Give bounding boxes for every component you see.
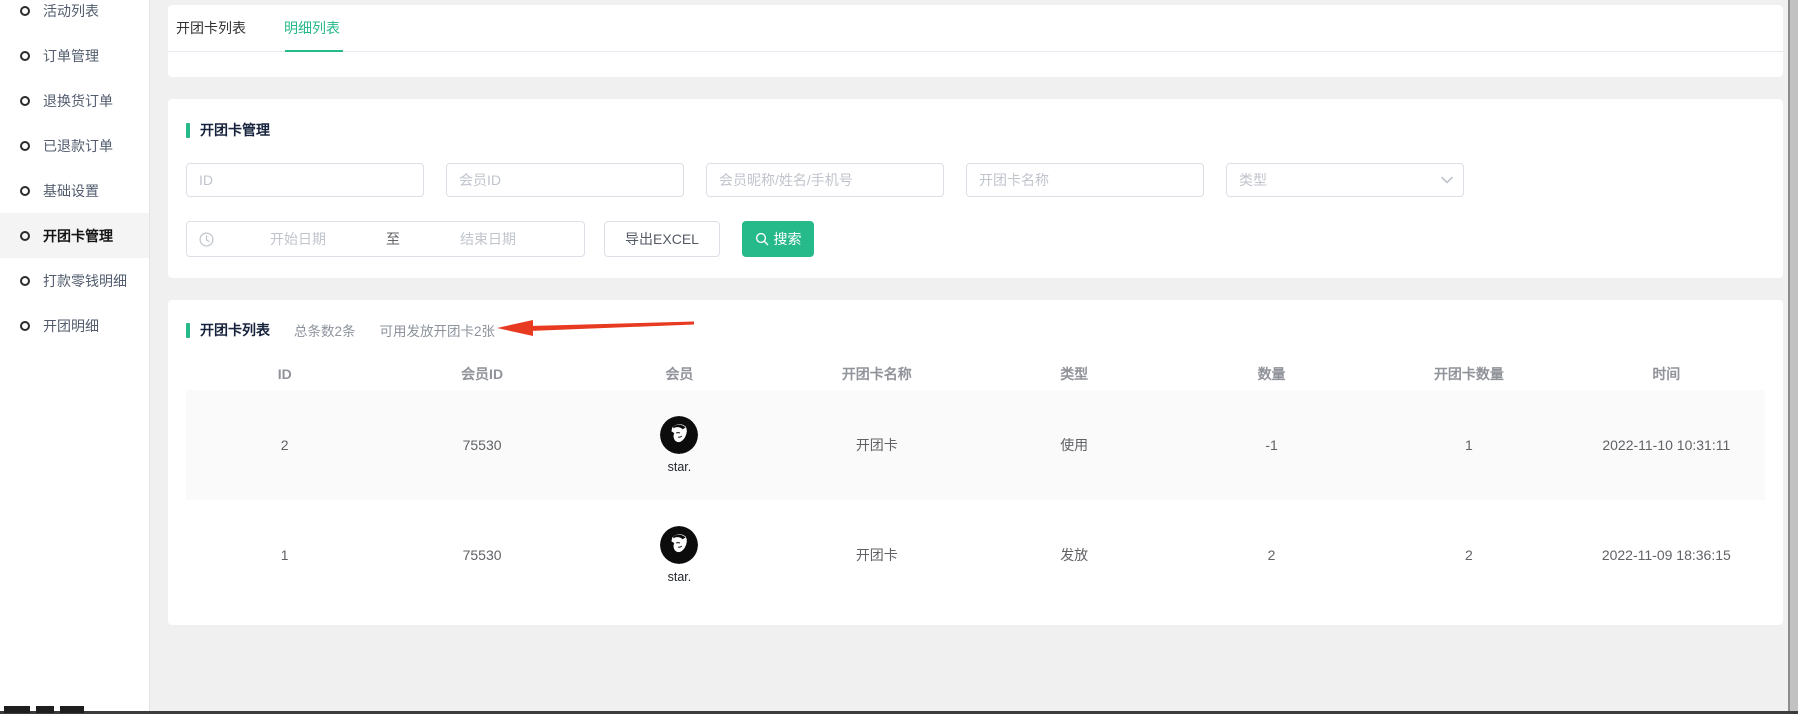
export-excel-button[interactable]: 导出EXCEL <box>604 221 720 257</box>
sidebar-item-return-orders[interactable]: 退换货订单 <box>0 78 149 123</box>
card-name-input[interactable] <box>966 163 1204 197</box>
column-header-quantity: 数量 <box>1173 358 1370 390</box>
scrollbar-track[interactable] <box>1788 0 1798 714</box>
filter-title: 开团卡管理 <box>200 120 270 140</box>
circle-bullet-icon <box>20 141 30 151</box>
tab-groupcard-list[interactable]: 开团卡列表 <box>176 18 246 38</box>
cell-member-id: 75530 <box>383 390 580 500</box>
active-tab-underline <box>285 50 343 52</box>
end-date-placeholder: 结束日期 <box>404 229 572 249</box>
sidebar-item-label: 基础设置 <box>43 181 99 201</box>
sidebar-item-refunded-orders[interactable]: 已退款订单 <box>0 123 149 168</box>
clipped-text-fragment <box>4 706 30 713</box>
cell-time: 2022-11-09 18:36:15 <box>1568 500 1765 610</box>
sidebar-item-label: 退换货订单 <box>43 91 113 111</box>
column-header-member-id: 会员ID <box>383 358 580 390</box>
member-nickname-input[interactable] <box>706 163 944 197</box>
main-content: 开团卡列表 明细列表 开团卡管理 类型 <box>150 0 1798 714</box>
search-button[interactable]: 搜索 <box>742 221 814 257</box>
search-icon <box>755 232 769 246</box>
table-card: 开团卡列表 总条数2条 可用发放开团卡2张 ID 会员ID 会员 <box>168 300 1783 625</box>
cell-quantity: 2 <box>1173 500 1370 610</box>
clipped-text-fragment <box>36 706 54 713</box>
circle-bullet-icon <box>20 231 30 241</box>
sidebar-menu: 活动列表 订单管理 退换货订单 已退款订单 基础设置 开团卡管理 <box>0 0 149 348</box>
cell-card-name: 开团卡 <box>778 500 975 610</box>
column-header-type: 类型 <box>976 358 1173 390</box>
table-row[interactable]: 2 75530 star. <box>186 390 1765 500</box>
table-row[interactable]: 1 75530 star. <box>186 500 1765 610</box>
filter-section-header: 开团卡管理 <box>168 99 1783 140</box>
chevron-down-icon <box>1441 176 1453 184</box>
sidebar-item-groupcard-management[interactable]: 开团卡管理 <box>0 213 149 258</box>
red-arrow-annotation-icon <box>497 318 697 336</box>
table-section-header: 开团卡列表 总条数2条 可用发放开团卡2张 <box>168 300 1783 340</box>
cell-id: 1 <box>186 500 383 610</box>
member-avatar <box>660 416 698 454</box>
available-count-text: 可用发放开团卡2张 <box>380 320 496 340</box>
sidebar-item-payout-detail[interactable]: 打款零钱明细 <box>0 258 149 303</box>
table-title: 开团卡列表 <box>200 320 270 340</box>
id-input[interactable] <box>186 163 424 197</box>
filter-card: 开团卡管理 类型 <box>168 99 1783 278</box>
section-accent-bar <box>186 123 190 138</box>
cell-member: star. <box>581 500 778 610</box>
groupcard-table: ID 会员ID 会员 开团卡名称 类型 数量 开团卡数量 时间 2 75530 <box>186 358 1765 610</box>
circle-bullet-icon <box>20 321 30 331</box>
total-count-text: 总条数2条 <box>294 320 356 340</box>
column-header-time: 时间 <box>1568 358 1765 390</box>
sidebar-item-label: 打款零钱明细 <box>43 271 127 291</box>
tab-bar: 开团卡列表 明细列表 <box>168 5 1783 52</box>
filter-inputs-row: 类型 <box>186 163 1464 197</box>
sidebar-item-group-detail[interactable]: 开团明细 <box>0 303 149 348</box>
clipped-text-fragment <box>60 706 84 713</box>
column-header-member: 会员 <box>581 358 778 390</box>
sidebar-item-basic-settings[interactable]: 基础设置 <box>0 168 149 213</box>
circle-bullet-icon <box>20 96 30 106</box>
cell-card-name: 开团卡 <box>778 390 975 500</box>
sidebar-item-label: 开团卡管理 <box>43 226 113 246</box>
sidebar: 活动列表 订单管理 退换货订单 已退款订单 基础设置 开团卡管理 <box>0 0 150 711</box>
sidebar-item-activity-list[interactable]: 活动列表 <box>0 0 149 33</box>
app-root: 活动列表 订单管理 退换货订单 已退款订单 基础设置 开团卡管理 <box>0 0 1798 714</box>
section-accent-bar <box>186 323 190 338</box>
member-avatar <box>660 526 698 564</box>
tab-detail-list[interactable]: 明细列表 <box>284 18 340 38</box>
circle-bullet-icon <box>20 186 30 196</box>
sidebar-item-label: 开团明细 <box>43 316 99 336</box>
sidebar-item-label: 已退款订单 <box>43 136 113 156</box>
circle-bullet-icon <box>20 6 30 16</box>
column-header-card-count: 开团卡数量 <box>1370 358 1567 390</box>
start-date-placeholder: 开始日期 <box>214 229 382 249</box>
sidebar-item-label: 订单管理 <box>43 46 99 66</box>
circle-bullet-icon <box>20 51 30 61</box>
table-header-row: ID 会员ID 会员 开团卡名称 类型 数量 开团卡数量 时间 <box>186 358 1765 390</box>
clock-icon <box>199 232 214 247</box>
cell-type: 使用 <box>976 390 1173 500</box>
column-header-id: ID <box>186 358 383 390</box>
cell-member-id: 75530 <box>383 500 580 610</box>
cell-time: 2022-11-10 10:31:11 <box>1568 390 1765 500</box>
member-id-input[interactable] <box>446 163 684 197</box>
cell-type: 发放 <box>976 500 1173 610</box>
filter-actions-row: 开始日期 至 结束日期 导出EXCEL 搜索 <box>186 221 814 257</box>
cell-card-count: 1 <box>1370 390 1567 500</box>
sidebar-item-label: 活动列表 <box>43 1 99 21</box>
member-name: star. <box>668 460 692 474</box>
member-name: star. <box>668 570 692 584</box>
column-header-card-name: 开团卡名称 <box>778 358 975 390</box>
type-select[interactable]: 类型 <box>1226 163 1464 197</box>
cell-card-count: 2 <box>1370 500 1567 610</box>
date-range-picker[interactable]: 开始日期 至 结束日期 <box>186 221 585 257</box>
cell-member: star. <box>581 390 778 500</box>
tabs-card: 开团卡列表 明细列表 <box>168 5 1783 77</box>
sidebar-item-order-management[interactable]: 订单管理 <box>0 33 149 78</box>
cell-quantity: -1 <box>1173 390 1370 500</box>
date-range-separator: 至 <box>382 229 404 249</box>
cell-id: 2 <box>186 390 383 500</box>
circle-bullet-icon <box>20 276 30 286</box>
type-select-placeholder: 类型 <box>1239 170 1267 190</box>
search-button-label: 搜索 <box>774 229 802 249</box>
